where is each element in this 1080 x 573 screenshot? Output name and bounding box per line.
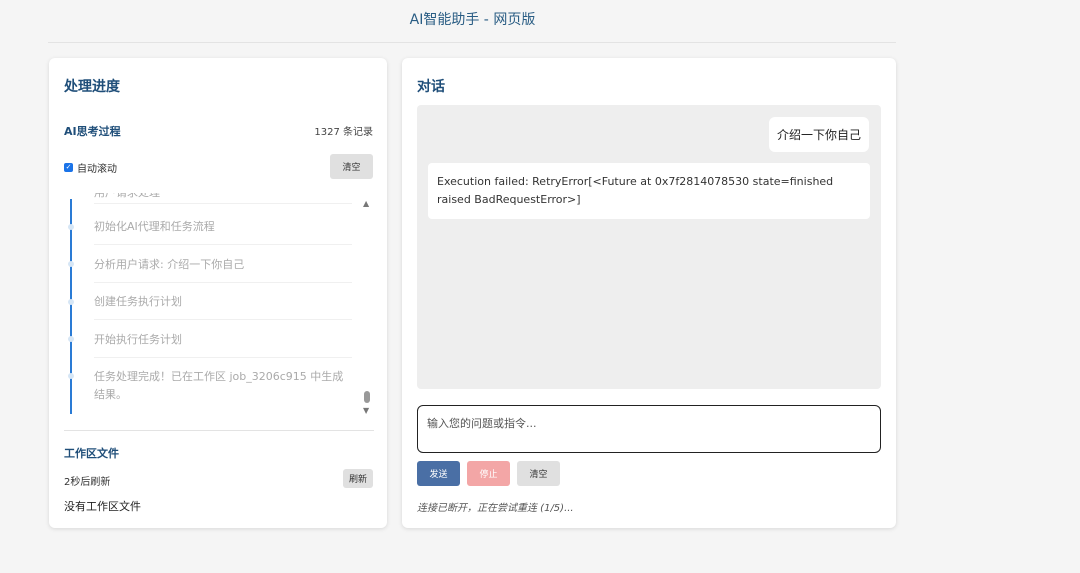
timeline-line — [70, 199, 72, 414]
timeline-dot-icon — [68, 261, 74, 267]
thinking-title: AI思考过程 — [64, 125, 121, 138]
timeline-dot-icon — [68, 336, 74, 342]
scroll-down-icon[interactable]: ▼ — [363, 406, 369, 415]
log-item: 开始执行任务计划 — [94, 331, 352, 358]
page-title: AI智能助手 - 网页版 — [409, 12, 536, 28]
timeline-dot-icon — [68, 224, 74, 230]
progress-panel: 处理进度 AI思考过程 1327 条记录 ✓ 自动滚动 清空 用户请求处理 初始… — [49, 58, 387, 528]
clear-log-button[interactable]: 清空 — [330, 154, 373, 179]
thinking-log[interactable]: 用户请求处理 初始化AI代理和任务流程 分析用户请求: 介绍一下你自己 创建任务… — [64, 193, 374, 418]
chat-panel: 对话 介绍一下你自己 Execution failed: RetryError[… — [402, 58, 896, 528]
scroll-up-icon[interactable]: ▲ — [363, 199, 369, 208]
title-divider — [48, 42, 896, 43]
send-button[interactable]: 发送 — [417, 461, 460, 486]
chat-input[interactable]: 输入您的问题或指令... — [417, 405, 881, 453]
section-divider — [64, 430, 374, 431]
log-item: 用户请求处理 — [94, 193, 352, 204]
record-count: 1327 条记录 — [314, 127, 373, 138]
scrollbar-thumb[interactable] — [364, 391, 370, 403]
user-message: 介绍一下你自己 — [768, 117, 869, 152]
chat-panel-title: 对话 — [417, 79, 445, 95]
log-item: 分析用户请求: 介绍一下你自己 — [94, 256, 352, 283]
log-item: 初始化AI代理和任务流程 — [94, 218, 352, 245]
auto-scroll-label: 自动滚动 — [77, 164, 117, 175]
chat-messages[interactable]: 介绍一下你自己 Execution failed: RetryError[<Fu… — [417, 105, 881, 389]
progress-panel-title: 处理进度 — [64, 79, 120, 95]
assistant-message: Execution failed: RetryError[<Future at … — [428, 163, 870, 219]
timeline-dot-icon — [68, 299, 74, 305]
workspace-title: 工作区文件 — [64, 447, 119, 460]
clear-chat-button[interactable]: 清空 — [517, 461, 560, 486]
refresh-status: 2秒后刷新 — [64, 477, 111, 488]
timeline-dot-icon — [68, 373, 74, 379]
auto-scroll-toggle[interactable]: ✓ 自动滚动 — [64, 160, 117, 175]
refresh-button[interactable]: 刷新 — [343, 469, 373, 488]
stop-button[interactable]: 停止 — [467, 461, 510, 486]
checkbox-checked-icon[interactable]: ✓ — [64, 163, 73, 172]
log-item: 任务处理完成！已在工作区 job_3206c915 中生成结果。 — [94, 370, 344, 401]
log-item: 创建任务执行计划 — [94, 293, 352, 320]
connection-status: 连接已断开，正在尝试重连 (1/5)... — [417, 503, 574, 514]
empty-files-text: 没有工作区文件 — [64, 500, 141, 513]
